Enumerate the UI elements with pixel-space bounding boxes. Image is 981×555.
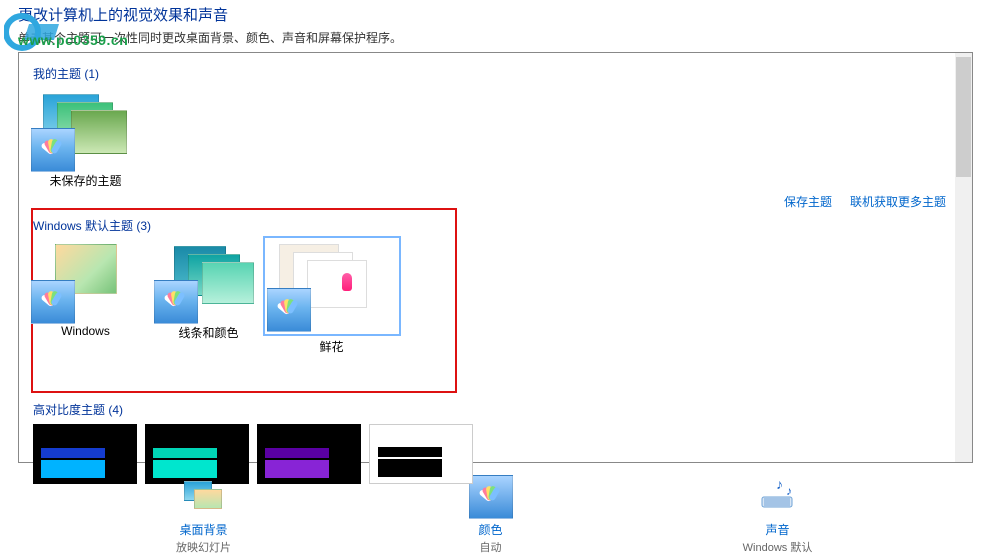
desktop-background-icon <box>182 475 226 519</box>
theme-windows-thumb <box>37 240 135 318</box>
svg-text:♪: ♪ <box>776 476 783 492</box>
page-title: 更改计算机上的视觉效果和声音 <box>0 0 981 27</box>
hc-theme-2[interactable] <box>145 424 249 462</box>
theme-windows-label: Windows <box>61 324 110 338</box>
sound-item[interactable]: ♪ ♪ 声音 Windows 默认 <box>708 475 848 555</box>
desktop-background-item[interactable]: 桌面背景 放映幻灯片 <box>134 475 274 555</box>
svg-text:♪: ♪ <box>786 484 792 498</box>
save-theme-link[interactable]: 保存主题 <box>784 193 832 210</box>
sound-icon: ♪ ♪ <box>756 475 800 519</box>
theme-flowers-thumb <box>267 240 397 332</box>
theme-flowers[interactable]: 鲜花 <box>279 240 384 355</box>
high-contrast-label: 高对比度主题 (4) <box>33 401 473 418</box>
desktop-background-link: 桌面背景 <box>179 521 227 538</box>
color-link: 颜色 <box>478 521 502 538</box>
page-subtitle: 单击某个主题可一次性同时更改桌面背景、颜色、声音和屏幕保护程序。 <box>0 27 981 52</box>
hc-theme-1[interactable] <box>33 424 137 462</box>
get-more-themes-link[interactable]: 联机获取更多主题 <box>850 193 946 210</box>
color-swatch-icon <box>31 280 75 324</box>
color-swatch-icon <box>154 280 198 324</box>
theme-lines-colors[interactable]: 线条和颜色 <box>156 240 261 355</box>
theme-lines-colors-label: 线条和颜色 <box>178 324 238 341</box>
color-swatch-icon <box>31 128 75 172</box>
theme-unsaved[interactable]: 未保存的主题 <box>33 88 138 189</box>
theme-windows[interactable]: Windows <box>33 240 138 355</box>
themes-panel: 我的主题 (1) 未保存的主题 保存主题 联机获取更多主题 Windows 默认… <box>18 52 973 463</box>
theme-unsaved-thumb <box>37 88 135 166</box>
default-themes-label: Windows 默认主题 (3) <box>33 217 384 234</box>
scrollbar-thumb[interactable] <box>956 57 971 177</box>
color-icon <box>469 475 513 519</box>
color-sub: 自动 <box>480 539 502 555</box>
theme-lines-colors-thumb <box>160 240 258 318</box>
scrollbar[interactable] <box>955 53 972 462</box>
theme-flowers-label: 鲜花 <box>319 338 343 355</box>
desktop-background-sub: 放映幻灯片 <box>176 539 231 555</box>
color-swatch-icon <box>267 288 311 332</box>
sound-sub: Windows 默认 <box>743 539 813 555</box>
color-item[interactable]: 颜色 自动 <box>421 475 561 555</box>
theme-unsaved-label: 未保存的主题 <box>49 172 121 189</box>
my-themes-label: 我的主题 (1) <box>33 65 952 82</box>
sound-link: 声音 <box>765 521 789 538</box>
hc-theme-3[interactable] <box>257 424 361 462</box>
hc-theme-white[interactable] <box>369 424 473 462</box>
